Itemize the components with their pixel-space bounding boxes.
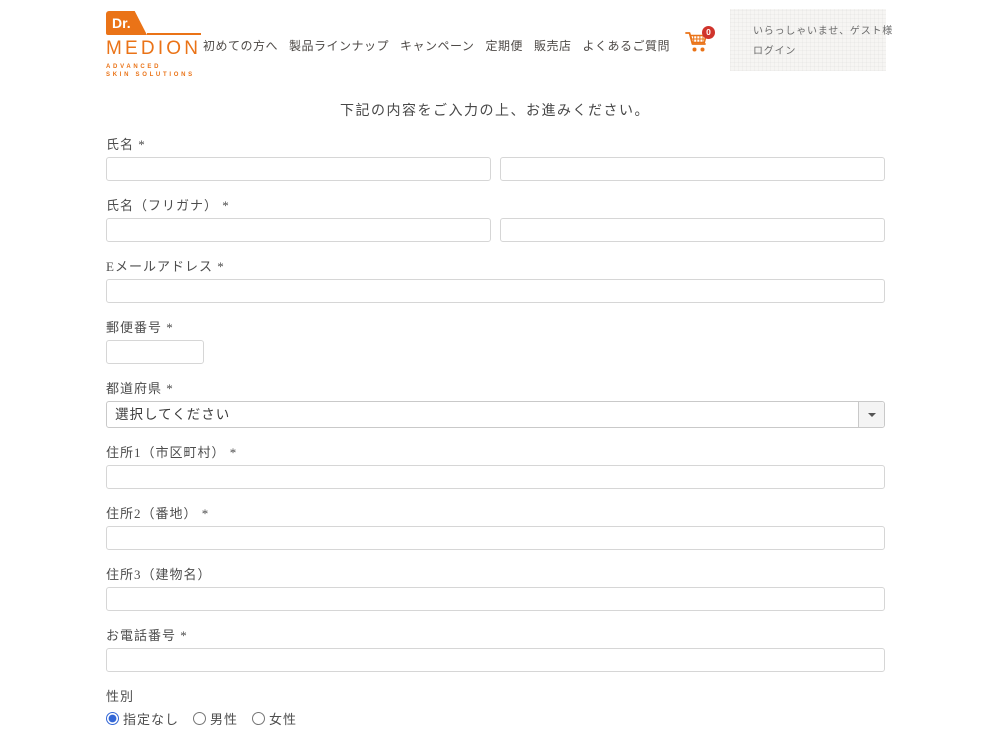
field-prefecture: 都道府県 * 選択してください — [106, 382, 885, 428]
first-name-kana-input[interactable] — [500, 218, 885, 242]
field-gender: 性別 指定なし 男性 女性 — [106, 690, 885, 728]
nav-item-stores[interactable]: 販売店 — [534, 37, 572, 54]
field-email: Eメールアドレス * — [106, 260, 885, 303]
logo-banner-row: Dr. — [106, 11, 206, 35]
logo-name: MEDION — [106, 38, 206, 60]
postal-code-label: 郵便番号 * — [106, 321, 885, 335]
greeting-text: いらっしゃいませ、ゲスト様 — [753, 22, 876, 42]
field-furigana: 氏名（フリガナ） * — [106, 199, 885, 242]
main-nav: 初めての方へ 製品ラインナップ キャンペーン 定期便 販売店 よくあるご質問 — [203, 37, 670, 54]
logo-tagline-line2: SKIN SOLUTIONS — [106, 71, 206, 79]
address2-input[interactable] — [106, 526, 885, 550]
phone-input[interactable] — [106, 648, 885, 672]
gender-label: 性別 — [106, 690, 885, 704]
gender-radio[interactable] — [252, 712, 265, 725]
gender-option-label: 女性 — [269, 709, 297, 728]
nav-item-campaign[interactable]: キャンペーン — [400, 37, 474, 54]
logo-tagline: ADVANCED SKIN SOLUTIONS — [106, 63, 206, 79]
gender-option-label: 指定なし — [123, 709, 179, 728]
nav-item-subscription[interactable]: 定期便 — [485, 37, 523, 54]
login-link[interactable]: ログイン — [753, 42, 876, 62]
field-phone: お電話番号 * — [106, 629, 885, 672]
gender-radio[interactable] — [193, 712, 206, 725]
address1-input[interactable] — [106, 465, 885, 489]
registration-form: 氏名 * 氏名（フリガナ） * Eメールアドレス * 郵便番号 * 都道府県 *… — [106, 138, 885, 746]
last-name-input[interactable] — [106, 157, 491, 181]
furigana-input-pair — [106, 218, 885, 242]
last-name-kana-input[interactable] — [106, 218, 491, 242]
prefecture-select[interactable]: 選択してください — [106, 401, 885, 428]
address3-input[interactable] — [106, 587, 885, 611]
address2-label: 住所2（番地） * — [106, 507, 885, 521]
form-instruction: 下記の内容をご入力の上、お進みください。 — [0, 100, 990, 120]
field-address1: 住所1（市区町村） * — [106, 446, 885, 489]
email-label: Eメールアドレス * — [106, 260, 885, 274]
logo-banner-line — [147, 33, 201, 35]
logo-tagline-line1: ADVANCED — [106, 63, 206, 71]
first-name-input[interactable] — [500, 157, 885, 181]
gender-radio[interactable] — [106, 712, 119, 725]
email-input[interactable] — [106, 279, 885, 303]
name-input-pair — [106, 157, 885, 181]
gender-option-female[interactable]: 女性 — [252, 709, 297, 728]
registration-page: { "colors": { "brand_orange": "#ea7317",… — [0, 0, 990, 720]
gender-option-label: 男性 — [210, 709, 238, 728]
name-label: 氏名 * — [106, 138, 885, 152]
field-postal-code: 郵便番号 * — [106, 321, 885, 364]
greeting-box: いらっしゃいませ、ゲスト様 ログイン — [730, 9, 886, 71]
nav-item-faq[interactable]: よくあるご質問 — [582, 37, 670, 54]
furigana-label: 氏名（フリガナ） * — [106, 199, 885, 213]
logo-dr-flag: Dr. — [106, 11, 147, 35]
prefecture-label: 都道府県 * — [106, 382, 885, 396]
cart-button[interactable]: 0 — [684, 28, 716, 58]
site-logo[interactable]: Dr. MEDION ADVANCED SKIN SOLUTIONS — [106, 11, 206, 79]
nav-item-product-lineup[interactable]: 製品ラインナップ — [289, 37, 389, 54]
field-address2: 住所2（番地） * — [106, 507, 885, 550]
postal-code-input[interactable] — [106, 340, 204, 364]
chevron-down-icon — [868, 413, 876, 417]
nav-item-first-time[interactable]: 初めての方へ — [203, 37, 278, 54]
cart-count-badge: 0 — [702, 26, 715, 39]
phone-label: お電話番号 * — [106, 629, 885, 643]
gender-option-male[interactable]: 男性 — [193, 709, 238, 728]
gender-option-unspecified[interactable]: 指定なし — [106, 709, 179, 728]
address1-label: 住所1（市区町村） * — [106, 446, 885, 460]
field-address3: 住所3（建物名） — [106, 568, 885, 611]
prefecture-selected-value: 選択してください — [115, 402, 230, 427]
field-name: 氏名 * — [106, 138, 885, 181]
prefecture-dropdown-button[interactable] — [858, 402, 884, 427]
gender-radio-row: 指定なし 男性 女性 — [106, 709, 885, 728]
address3-label: 住所3（建物名） — [106, 568, 885, 582]
